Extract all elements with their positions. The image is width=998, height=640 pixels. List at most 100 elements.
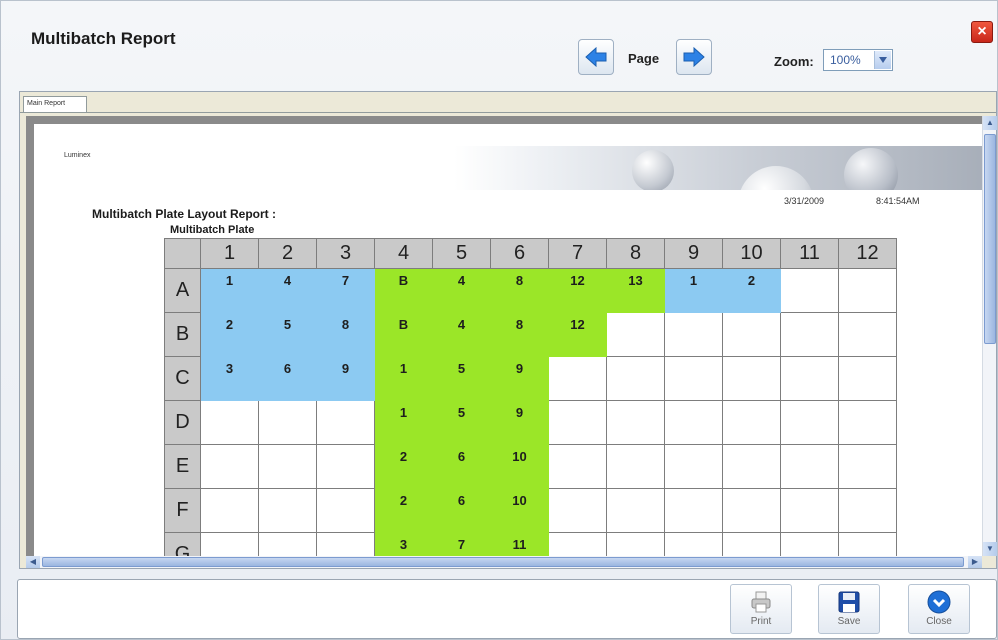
vertical-scrollbar[interactable]: ▲ ▼ xyxy=(982,116,997,556)
plate-well[interactable]: 2 xyxy=(722,268,781,313)
plate-well[interactable] xyxy=(548,400,607,445)
plate-well[interactable] xyxy=(838,488,897,533)
scroll-right-icon[interactable]: ▶ xyxy=(968,556,982,568)
plate-well[interactable] xyxy=(838,400,897,445)
plate-well[interactable]: 13 xyxy=(606,268,665,313)
print-button[interactable]: Print xyxy=(730,584,792,634)
vertical-scroll-thumb[interactable] xyxy=(984,134,996,344)
plate-well[interactable]: 1 xyxy=(664,268,723,313)
plate-well[interactable] xyxy=(664,488,723,533)
plate-well[interactable]: 12 xyxy=(548,268,607,313)
plate-well[interactable]: 6 xyxy=(258,356,317,401)
plate-well[interactable]: 5 xyxy=(432,356,491,401)
scroll-left-icon[interactable]: ◀ xyxy=(26,556,40,568)
plate-well[interactable]: 1 xyxy=(374,356,433,401)
plate-well[interactable] xyxy=(664,444,723,489)
plate-well[interactable] xyxy=(606,444,665,489)
plate-well[interactable]: B xyxy=(374,312,433,357)
zoom-dropdown[interactable]: 100% xyxy=(823,49,893,71)
plate-well[interactable]: B xyxy=(374,268,433,313)
plate-well[interactable] xyxy=(606,488,665,533)
plate-well[interactable] xyxy=(200,400,259,445)
plate-well[interactable] xyxy=(606,400,665,445)
plate-well[interactable] xyxy=(780,400,839,445)
plate-well[interactable] xyxy=(548,444,607,489)
scroll-up-icon[interactable]: ▲ xyxy=(983,116,997,130)
horizontal-scroll-thumb[interactable] xyxy=(42,557,964,567)
plate-well[interactable]: 10 xyxy=(490,488,549,533)
plate-well[interactable]: 4 xyxy=(432,268,491,313)
plate-well[interactable] xyxy=(780,444,839,489)
plate-well[interactable] xyxy=(548,532,607,556)
save-button[interactable]: Save xyxy=(818,584,880,634)
plate-well[interactable]: 5 xyxy=(432,400,491,445)
chevron-down-icon[interactable] xyxy=(874,51,891,69)
plate-well[interactable] xyxy=(722,532,781,556)
horizontal-scrollbar[interactable]: ◀ ▶ xyxy=(26,556,982,568)
plate-well[interactable] xyxy=(722,488,781,533)
plate-well[interactable]: 2 xyxy=(200,312,259,357)
plate-well[interactable]: 2 xyxy=(374,488,433,533)
plate-well[interactable] xyxy=(200,444,259,489)
plate-well[interactable] xyxy=(200,488,259,533)
plate-well[interactable] xyxy=(606,356,665,401)
plate-well[interactable] xyxy=(664,312,723,357)
plate-well[interactable] xyxy=(258,488,317,533)
plate-well[interactable] xyxy=(606,312,665,357)
plate-well[interactable] xyxy=(780,356,839,401)
plate-well[interactable] xyxy=(838,356,897,401)
plate-well[interactable]: 11 xyxy=(490,532,549,556)
plate-well[interactable]: 6 xyxy=(432,444,491,489)
plate-well[interactable]: 8 xyxy=(316,312,375,357)
plate-well[interactable] xyxy=(780,532,839,556)
scroll-down-icon[interactable]: ▼ xyxy=(983,542,997,556)
plate-well[interactable] xyxy=(838,444,897,489)
plate-well[interactable] xyxy=(664,400,723,445)
plate-well[interactable] xyxy=(664,356,723,401)
plate-well[interactable]: 3 xyxy=(200,356,259,401)
plate-well[interactable]: 10 xyxy=(490,444,549,489)
plate-well[interactable]: 5 xyxy=(258,312,317,357)
window-close-button[interactable]: × xyxy=(971,21,993,43)
plate-well[interactable] xyxy=(780,268,839,313)
plate-well[interactable] xyxy=(548,356,607,401)
plate-well[interactable] xyxy=(258,444,317,489)
close-button[interactable]: Close xyxy=(908,584,970,634)
plate-well[interactable]: 1 xyxy=(374,400,433,445)
plate-well[interactable]: 3 xyxy=(374,532,433,556)
plate-well[interactable]: 7 xyxy=(432,532,491,556)
plate-well[interactable]: 8 xyxy=(490,312,549,357)
plate-well[interactable] xyxy=(838,532,897,556)
plate-well[interactable] xyxy=(200,532,259,556)
plate-well[interactable] xyxy=(606,532,665,556)
plate-well[interactable] xyxy=(838,312,897,357)
tab-main-report[interactable]: Main Report xyxy=(23,96,87,112)
plate-well[interactable]: 8 xyxy=(490,268,549,313)
previous-page-button[interactable] xyxy=(578,39,614,75)
plate-well[interactable]: 4 xyxy=(432,312,491,357)
plate-well[interactable] xyxy=(258,400,317,445)
plate-well[interactable] xyxy=(722,400,781,445)
plate-well[interactable]: 12 xyxy=(548,312,607,357)
plate-well[interactable] xyxy=(722,444,781,489)
plate-well[interactable]: 4 xyxy=(258,268,317,313)
plate-well[interactable] xyxy=(548,488,607,533)
plate-well[interactable]: 9 xyxy=(490,400,549,445)
plate-well[interactable]: 7 xyxy=(316,268,375,313)
plate-well[interactable]: 9 xyxy=(316,356,375,401)
plate-well[interactable] xyxy=(838,268,897,313)
plate-well[interactable]: 1 xyxy=(200,268,259,313)
plate-well[interactable] xyxy=(722,312,781,357)
next-page-button[interactable] xyxy=(676,39,712,75)
plate-well[interactable] xyxy=(722,356,781,401)
plate-well[interactable] xyxy=(258,532,317,556)
plate-well[interactable] xyxy=(664,532,723,556)
plate-well[interactable]: 9 xyxy=(490,356,549,401)
plate-well[interactable] xyxy=(316,488,375,533)
plate-well[interactable]: 6 xyxy=(432,488,491,533)
plate-well[interactable] xyxy=(316,444,375,489)
plate-well[interactable] xyxy=(780,312,839,357)
plate-well[interactable]: 2 xyxy=(374,444,433,489)
plate-well[interactable] xyxy=(316,400,375,445)
plate-well[interactable] xyxy=(316,532,375,556)
